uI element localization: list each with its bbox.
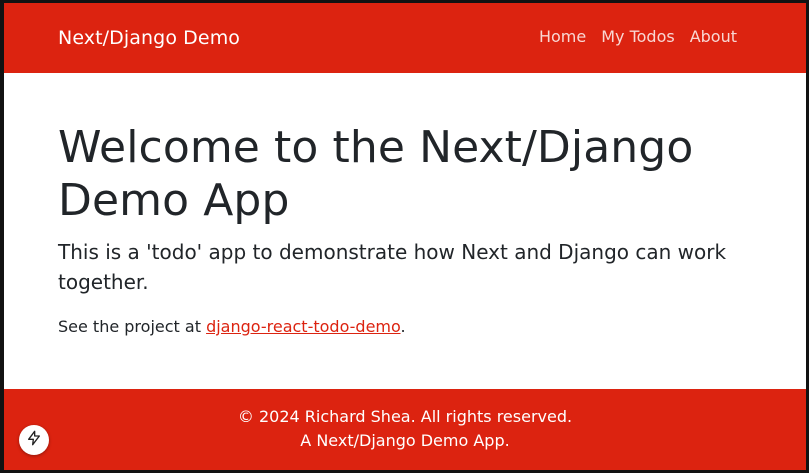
page-footer: © 2024 Richard Shea. All rights reserved… (4, 389, 806, 470)
nav-my-todos-link[interactable]: My Todos (601, 27, 674, 47)
lead-text: This is a 'todo' app to demonstrate how … (58, 240, 727, 294)
brand-link[interactable]: Next/Django Demo (58, 26, 240, 50)
main-content: Welcome to the Next/Django Demo App This… (58, 121, 758, 337)
footer-copyright: © 2024 Richard Shea. All rights reserved… (237, 407, 573, 426)
project-suffix-text: . (400, 317, 406, 336)
project-paragraph: See the project at django-react-todo-dem… (58, 317, 758, 337)
top-navbar: Next/Django Demo Home My Todos About (4, 3, 806, 73)
footer-tagline: A Next/Django Demo App. (300, 431, 510, 450)
nav-home-link[interactable]: Home (539, 27, 586, 47)
nav-about-link[interactable]: About (690, 27, 737, 47)
lightning-icon (26, 430, 42, 450)
project-prefix-text: See the project at (58, 317, 207, 336)
project-link[interactable]: django-react-todo-demo (206, 317, 400, 336)
floating-badge-button[interactable] (19, 425, 49, 455)
browser-viewport: Next/Django Demo Home My Todos About Wel… (4, 3, 806, 470)
primary-nav: Home My Todos About (539, 27, 737, 47)
page-title: Welcome to the Next/Django Demo App (58, 122, 694, 226)
